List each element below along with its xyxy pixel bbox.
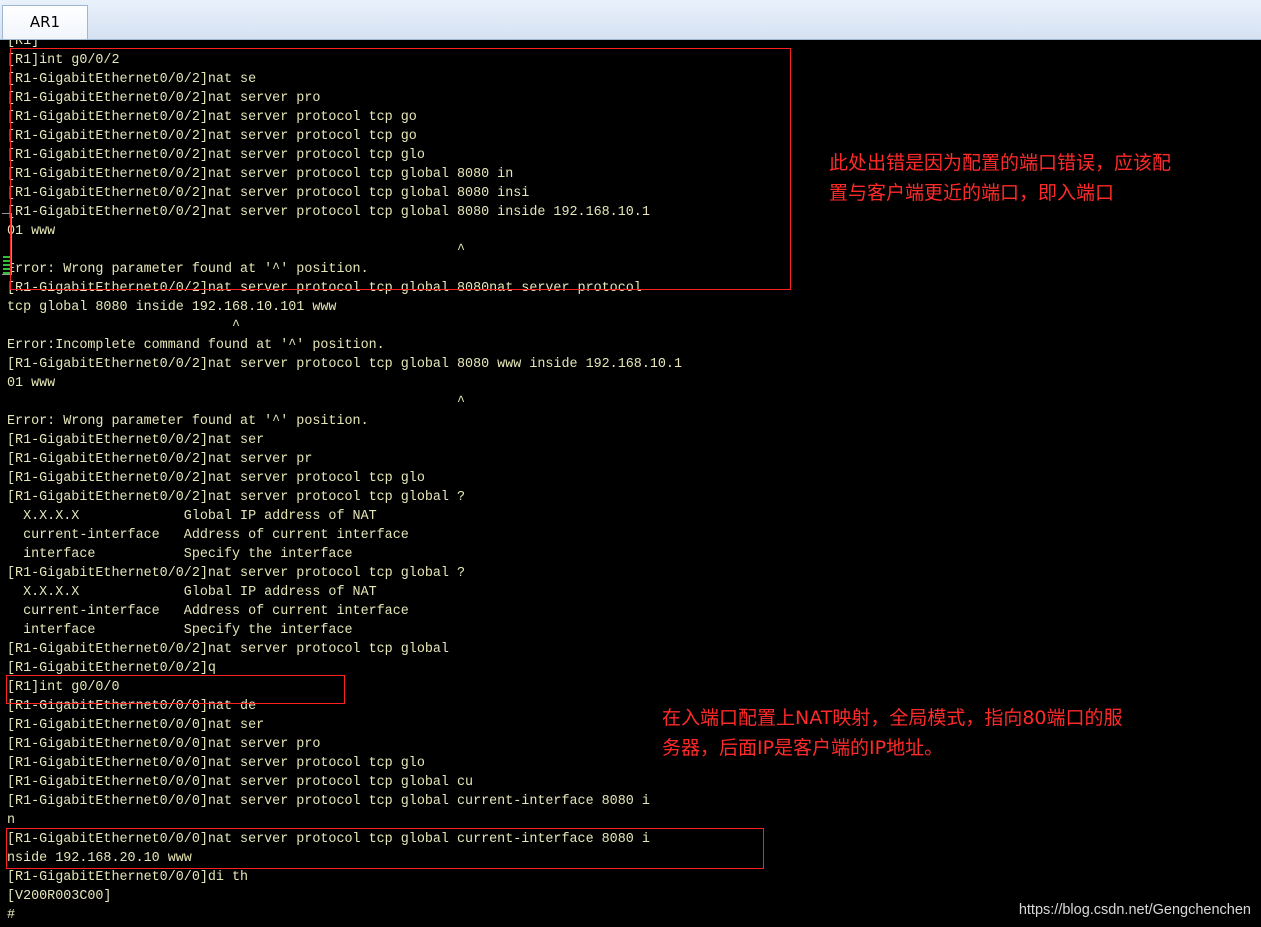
- terminal-line: nside 192.168.20.10 www: [7, 851, 192, 866]
- terminal-line: [R1-GigabitEthernet0/0/0]nat server prot…: [7, 832, 650, 847]
- terminal-line: [R1-GigabitEthernet0/0/2]nat server pro: [7, 91, 321, 106]
- terminal-line: [R1-GigabitEthernet0/0/2]nat server prot…: [7, 357, 682, 372]
- terminal-line: [R1-GigabitEthernet0/0/2]nat server prot…: [7, 566, 466, 581]
- tab-ar1[interactable]: AR1: [2, 5, 88, 39]
- annotation-nat-mapping: 在入端口配置上NAT映射，全局模式，指向80端口的服 务器，后面IP是客户端的I…: [662, 707, 1123, 759]
- terminal-line: [R1-GigabitEthernet0/0/2]nat server prot…: [7, 205, 650, 220]
- terminal-line: [R1-GigabitEthernet0/0/2]nat se: [7, 72, 257, 87]
- scroll-grip-icon[interactable]: [3, 256, 10, 274]
- terminal-line: ^: [7, 319, 241, 334]
- ensp-console-window: AR1 [R1] [R1]int g0/0/2 [R1-GigabitEtherne…: [0, 0, 1261, 927]
- terminal-line: [R1-GigabitEthernet0/0/2]nat server pr: [7, 452, 313, 467]
- terminal-line: tcp global 8080 inside 192.168.10.101 ww…: [7, 300, 337, 315]
- terminal-line: ^: [7, 395, 466, 410]
- terminal-line: [R1-GigabitEthernet0/0/2]nat server prot…: [7, 148, 425, 163]
- terminal-line: 01 www: [7, 376, 56, 391]
- terminal-line: [R1-GigabitEthernet0/0/0]nat server pro: [7, 737, 321, 752]
- terminal-line: [R1-GigabitEthernet0/0/0]nat server prot…: [7, 756, 425, 771]
- terminal-line: 01 www: [7, 224, 56, 239]
- terminal-line: [R1-GigabitEthernet0/0/0]nat server prot…: [7, 794, 650, 809]
- terminal-line: n: [7, 813, 16, 828]
- terminal-line: Error: Wrong parameter found at '^' posi…: [7, 414, 369, 429]
- terminal-line: [R1]: [7, 40, 40, 49]
- terminal-line: [R1-GigabitEthernet0/0/2]nat server prot…: [7, 110, 417, 125]
- terminal-output: [R1] [R1]int g0/0/2 [R1-GigabitEthernet0/0…: [7, 40, 682, 925]
- terminal-line: [R1]int g0/0/2: [7, 53, 120, 68]
- terminal-line: current-interface Address of current int…: [7, 604, 409, 619]
- terminal-line: interface Specify the interface: [7, 623, 353, 638]
- terminal-line: [R1-GigabitEthernet0/0/2]nat server prot…: [7, 642, 449, 657]
- terminal-line: [R1-GigabitEthernet0/0/2]q: [7, 661, 216, 676]
- terminal-line: [R1-GigabitEthernet0/0/2]nat server prot…: [7, 471, 425, 486]
- tab-bar: AR1: [0, 0, 1261, 40]
- terminal-line: [R1-GigabitEthernet0/0/0]nat server prot…: [7, 775, 474, 790]
- terminal-line: [V200R003C00]: [7, 889, 112, 904]
- terminal-line: [R1-GigabitEthernet0/0/2]nat server prot…: [7, 167, 514, 182]
- terminal-line: [R1-GigabitEthernet0/0/2]nat server prot…: [7, 186, 530, 201]
- terminal-line: X.X.X.X Global IP address of NAT: [7, 585, 377, 600]
- terminal-line: interface Specify the interface: [7, 547, 353, 562]
- terminal-line: [R1-GigabitEthernet0/0/0]nat ser: [7, 718, 265, 733]
- terminal-line: [R1]int g0/0/0: [7, 680, 120, 695]
- terminal-line: ^: [7, 243, 466, 258]
- terminal-line: [R1-GigabitEthernet0/0/0]di th: [7, 870, 249, 885]
- terminal-line: current-interface Address of current int…: [7, 528, 409, 543]
- annotation-port-error: 此处出错是因为配置的端口错误，应该配 置与客户端更近的端口，即入端口: [829, 152, 1172, 204]
- terminal-line: X.X.X.X Global IP address of NAT: [7, 509, 377, 524]
- terminal-line: Error:Incomplete command found at '^' po…: [7, 338, 385, 353]
- terminal-line: [R1-GigabitEthernet0/0/2]nat server prot…: [7, 129, 417, 144]
- terminal-line: [R1-GigabitEthernet0/0/2]nat server prot…: [7, 281, 642, 296]
- terminal-line: #: [7, 908, 16, 923]
- terminal-line: Error: Wrong parameter found at '^' posi…: [7, 262, 369, 277]
- terminal-line: [R1-GigabitEthernet0/0/0]nat de: [7, 699, 257, 714]
- terminal-line: [R1-GigabitEthernet0/0/2]nat ser: [7, 433, 265, 448]
- terminal-line: [R1-GigabitEthernet0/0/2]nat server prot…: [7, 490, 466, 505]
- watermark: https://blog.csdn.net/Gengchenchen: [1018, 902, 1251, 918]
